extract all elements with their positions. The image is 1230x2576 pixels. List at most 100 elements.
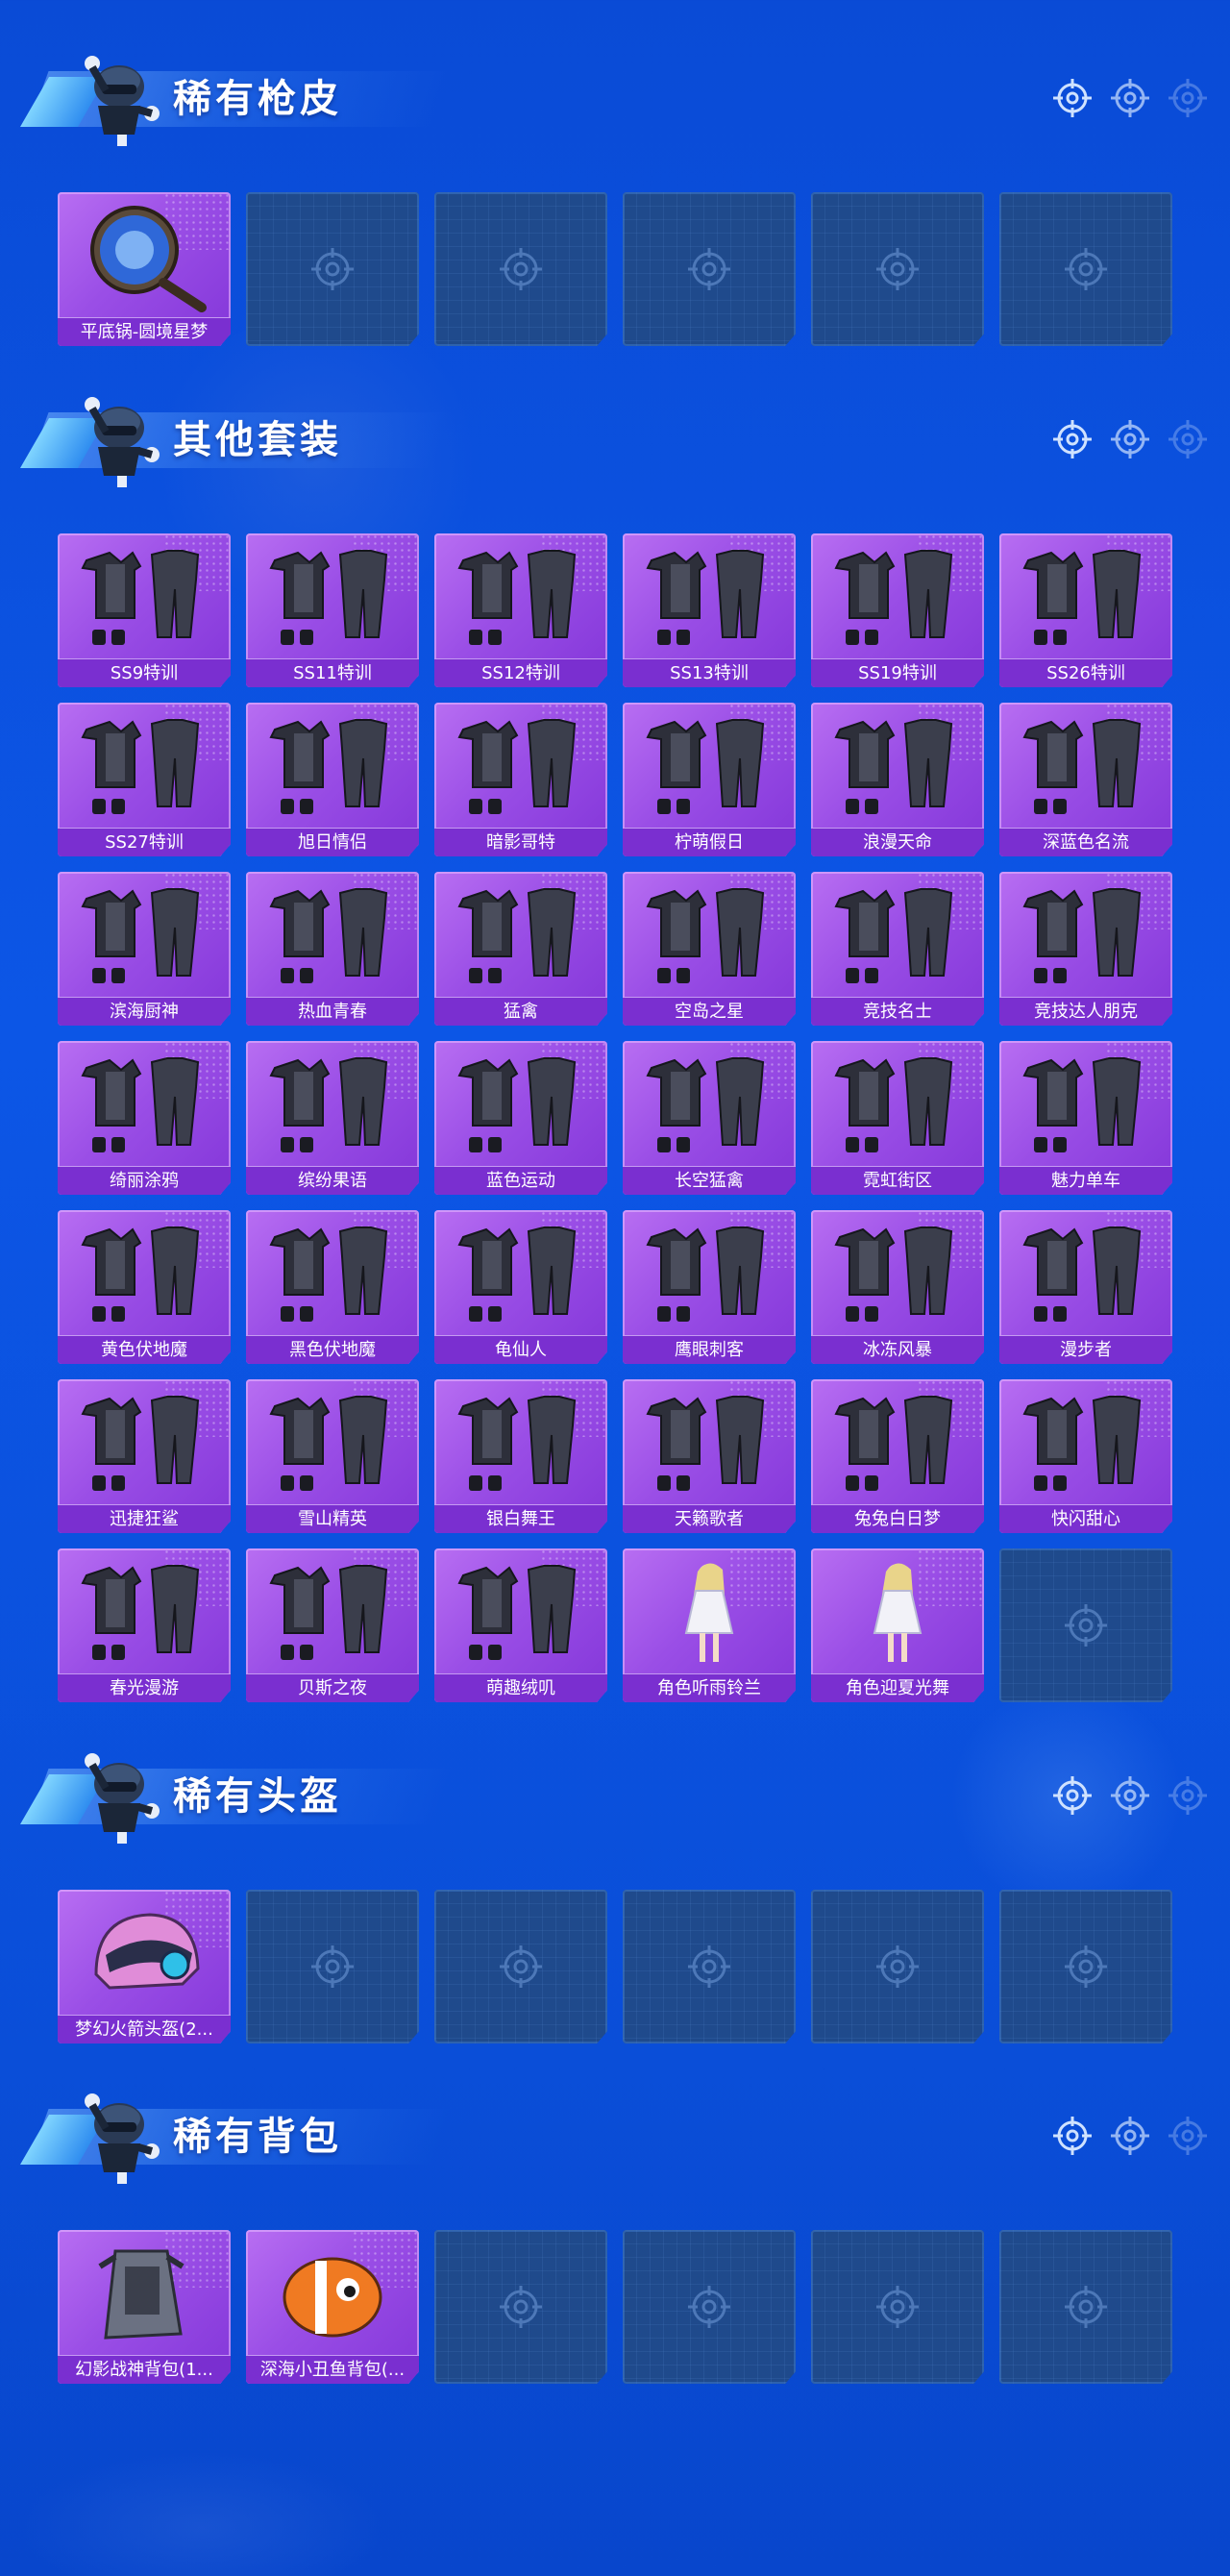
crosshair-icon [1065, 2286, 1107, 2328]
item-card[interactable]: 蓝色运动 [434, 1041, 607, 1195]
crosshair-icon [1053, 2117, 1092, 2155]
item-card[interactable]: 魅力单车 [999, 1041, 1172, 1195]
item-card[interactable]: 热血青春 [246, 872, 419, 1026]
empty-slot [999, 192, 1172, 346]
item-label: 兔兔白日梦 [811, 1504, 984, 1533]
outfit-icon [457, 1057, 577, 1152]
crosshair-icon [1053, 420, 1092, 458]
item-card[interactable]: 漫步者 [999, 1210, 1172, 1364]
item-card[interactable]: SS13特训 [623, 533, 796, 687]
item-card[interactable]: SS19特训 [811, 533, 984, 687]
item-card[interactable]: 快闪甜心 [999, 1379, 1172, 1533]
item-label: 空岛之星 [623, 997, 796, 1026]
item-card[interactable]: 龟仙人 [434, 1210, 607, 1364]
crosshair-icon [688, 1945, 730, 1988]
crosshair-icon [1111, 79, 1149, 117]
item-label: 萌趣绒叽 [434, 1673, 607, 1702]
item-label: 贝斯之夜 [246, 1673, 419, 1702]
item-label: 梦幻火箭头盔(2... [58, 2015, 231, 2043]
item-card[interactable]: 角色听雨铃兰 [623, 1548, 796, 1702]
item-grid: 幻影战神背包(1... 深海小丑鱼背包(... [58, 2230, 1172, 2384]
item-label: 霓虹街区 [811, 1166, 984, 1195]
helmet-mascot-icon [85, 397, 160, 487]
outfit-icon [269, 550, 388, 645]
header-decoration [1051, 77, 1209, 119]
item-card[interactable]: 猛禽 [434, 872, 607, 1026]
item-card[interactable]: 角色迎夏光舞 [811, 1548, 984, 1702]
item-card[interactable]: 竞技名士 [811, 872, 984, 1026]
outfit-icon [81, 1226, 200, 1322]
item-label: 猛禽 [434, 997, 607, 1026]
item-card[interactable]: 幻影战神背包(1... [58, 2230, 231, 2384]
outfit-icon [81, 1565, 200, 1660]
item-card[interactable]: SS11特训 [246, 533, 419, 687]
item-card[interactable]: 深海小丑鱼背包(... [246, 2230, 419, 2384]
item-label: 漫步者 [999, 1335, 1172, 1364]
outfit-icon [457, 719, 577, 814]
outfit-icon [1022, 719, 1142, 814]
item-label: 魅力单车 [999, 1166, 1172, 1195]
item-card[interactable]: 天籁歌者 [623, 1379, 796, 1533]
item-card[interactable]: 霓虹街区 [811, 1041, 984, 1195]
item-card[interactable]: SS12特训 [434, 533, 607, 687]
outfit-icon [81, 888, 200, 983]
item-card[interactable]: 贝斯之夜 [246, 1548, 419, 1702]
outfit-icon [81, 1396, 200, 1491]
empty-slot [623, 192, 796, 346]
item-card[interactable]: SS26特训 [999, 533, 1172, 687]
item-card[interactable]: 鹰眼刺客 [623, 1210, 796, 1364]
header-decoration [1051, 418, 1209, 460]
item-card[interactable]: 雪山精英 [246, 1379, 419, 1533]
item-card[interactable]: 平底锅-圆境星梦 [58, 192, 231, 346]
item-card[interactable]: 萌趣绒叽 [434, 1548, 607, 1702]
empty-slot [811, 2230, 984, 2384]
crosshair-icon [1168, 1776, 1207, 1815]
item-label: 旭日情侣 [246, 828, 419, 856]
crosshair-icon [311, 1945, 354, 1988]
crosshair-icon [1168, 79, 1207, 117]
outfit-icon [646, 1396, 765, 1491]
crosshair-icon [1065, 248, 1107, 290]
item-label: 鹰眼刺客 [623, 1335, 796, 1364]
item-label: 幻影战神背包(1... [58, 2355, 231, 2384]
item-card[interactable]: 兔兔白日梦 [811, 1379, 984, 1533]
item-card[interactable]: SS9特训 [58, 533, 231, 687]
item-card[interactable]: 冰冻风暴 [811, 1210, 984, 1364]
item-card[interactable]: 银白舞王 [434, 1379, 607, 1533]
item-card[interactable]: 深蓝色名流 [999, 703, 1172, 856]
outfit-icon [646, 719, 765, 814]
outfit-icon [1022, 1226, 1142, 1322]
outfit-icon [646, 888, 765, 983]
item-grid: 平底锅-圆境星梦 [58, 192, 1172, 346]
item-card[interactable]: 旭日情侣 [246, 703, 419, 856]
item-label: 深海小丑鱼背包(... [246, 2355, 419, 2384]
item-card[interactable]: 迅捷狂鲨 [58, 1379, 231, 1533]
item-card[interactable]: SS27特训 [58, 703, 231, 856]
item-card[interactable]: 绮丽涂鸦 [58, 1041, 231, 1195]
item-card[interactable]: 长空猛禽 [623, 1041, 796, 1195]
crosshair-icon [876, 1945, 919, 1988]
item-card[interactable]: 滨海厨神 [58, 872, 231, 1026]
item-card[interactable]: 竞技达人朋克 [999, 872, 1172, 1026]
item-label: 长空猛禽 [623, 1166, 796, 1195]
helmet-mascot-icon [85, 1753, 160, 1844]
item-card[interactable]: 春光漫游 [58, 1548, 231, 1702]
item-card[interactable]: 浪漫天命 [811, 703, 984, 856]
item-card[interactable]: 空岛之星 [623, 872, 796, 1026]
outfit-icon [834, 550, 953, 645]
item-card[interactable]: 梦幻火箭头盔(2... [58, 1890, 231, 2043]
item-card[interactable]: 柠萌假日 [623, 703, 796, 856]
empty-slot [811, 192, 984, 346]
item-label: 竞技达人朋克 [999, 997, 1172, 1026]
item-label: 冰冻风暴 [811, 1335, 984, 1364]
item-card[interactable]: 黑色伏地魔 [246, 1210, 419, 1364]
empty-slot [434, 2230, 607, 2384]
item-label: 蓝色运动 [434, 1166, 607, 1195]
item-label: 快闪甜心 [999, 1504, 1172, 1533]
clownfish-backpack-icon [283, 2257, 382, 2338]
crosshair-icon [1053, 79, 1092, 117]
item-card[interactable]: 黄色伏地魔 [58, 1210, 231, 1364]
item-card[interactable]: 暗影哥特 [434, 703, 607, 856]
outfit-icon [1022, 1057, 1142, 1152]
item-card[interactable]: 缤纷果语 [246, 1041, 419, 1195]
